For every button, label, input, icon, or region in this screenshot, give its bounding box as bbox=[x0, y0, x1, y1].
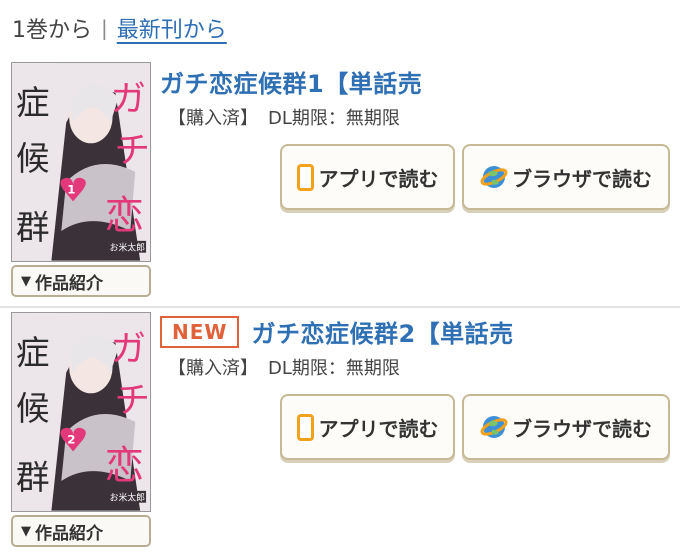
intro-button[interactable]: ▼ 作品紹介 bbox=[11, 515, 151, 547]
title-row: NEW ガチ恋症候群2【単話売 bbox=[160, 314, 514, 349]
svg-text:チ: チ bbox=[115, 130, 150, 171]
read-in-app-button[interactable]: アプリで読む bbox=[280, 144, 455, 210]
purchase-status: 【購入済】 bbox=[168, 108, 258, 129]
read-in-browser-label: ブラウザで読む bbox=[512, 166, 652, 191]
smartphone-icon bbox=[296, 163, 314, 191]
volume-number: 1 bbox=[67, 183, 75, 197]
svg-text:恋: 恋 bbox=[105, 193, 144, 239]
cover-art: 症 候 群 ガ チ 恋 2 お米太郎 bbox=[12, 313, 150, 511]
svg-text:症: 症 bbox=[16, 84, 50, 123]
sort-separator: | bbox=[101, 16, 108, 40]
intro-button-label: 作品紹介 bbox=[35, 523, 103, 544]
book-cover[interactable]: 症 候 群 ガ チ 恋 1 お米太郎 bbox=[11, 62, 151, 262]
globe-icon bbox=[480, 416, 508, 438]
author-name: お米太郎 bbox=[110, 242, 146, 254]
svg-text:ガ: ガ bbox=[111, 79, 146, 120]
intro-button[interactable]: ▼ 作品紹介 bbox=[11, 265, 151, 297]
smartphone-icon bbox=[296, 413, 314, 441]
svg-text:群: 群 bbox=[16, 458, 50, 497]
read-in-browser-button[interactable]: ブラウザで読む bbox=[462, 394, 670, 460]
purchase-meta: 【購入済】 DL期限：無期限 bbox=[168, 354, 400, 380]
svg-text:候: 候 bbox=[16, 389, 50, 428]
purchase-meta: 【購入済】 DL期限：無期限 bbox=[168, 104, 400, 130]
globe-icon bbox=[480, 166, 508, 188]
svg-text:症: 症 bbox=[16, 334, 50, 373]
triangle-down-icon: ▼ bbox=[21, 273, 31, 289]
svg-text:群: 群 bbox=[16, 208, 50, 247]
purchase-status: 【購入済】 bbox=[168, 358, 258, 379]
sort-newest-first-link[interactable]: 最新刊から bbox=[117, 12, 227, 44]
read-in-app-button[interactable]: アプリで読む bbox=[280, 394, 455, 460]
download-expiry: DL期限：無期限 bbox=[268, 358, 400, 379]
triangle-down-icon: ▼ bbox=[21, 523, 31, 539]
book-entry: 症 候 群 ガ チ 恋 2 お米太郎 ▼ 作品紹介 NEW ガチ恋症候群2【単話… bbox=[0, 308, 680, 559]
read-in-app-label: アプリで読む bbox=[318, 166, 439, 191]
svg-text:ガ: ガ bbox=[111, 329, 146, 370]
read-in-browser-label: ブラウザで読む bbox=[512, 416, 652, 441]
book-cover[interactable]: 症 候 群 ガ チ 恋 2 お米太郎 bbox=[11, 312, 151, 512]
title-row: ガチ恋症候群1【単話売 bbox=[160, 64, 422, 99]
intro-button-label: 作品紹介 bbox=[35, 273, 103, 294]
sort-oldest-first: 1巻から bbox=[12, 18, 92, 43]
book-entry: 症 候 群 ガ チ 恋 1 お米太郎 ▼ 作品紹介 ガチ恋症候群1【単話売 【購… bbox=[0, 58, 680, 306]
book-title-link[interactable]: ガチ恋症候群1【単話売 bbox=[160, 64, 422, 99]
read-in-browser-button[interactable]: ブラウザで読む bbox=[462, 144, 670, 210]
book-title-link[interactable]: ガチ恋症候群2【単話売 bbox=[251, 314, 513, 349]
read-in-app-label: アプリで読む bbox=[318, 416, 439, 441]
svg-text:候: 候 bbox=[16, 139, 50, 178]
new-badge: NEW bbox=[160, 315, 240, 348]
volume-number: 2 bbox=[67, 433, 75, 447]
download-expiry: DL期限：無期限 bbox=[268, 108, 400, 129]
svg-text:チ: チ bbox=[115, 380, 150, 421]
author-name: お米太郎 bbox=[110, 492, 146, 504]
svg-text:恋: 恋 bbox=[105, 443, 144, 489]
sort-bar: 1巻から | 最新刊から bbox=[12, 12, 227, 44]
cover-art: 症 候 群 ガ チ 恋 1 お米太郎 bbox=[12, 63, 150, 261]
